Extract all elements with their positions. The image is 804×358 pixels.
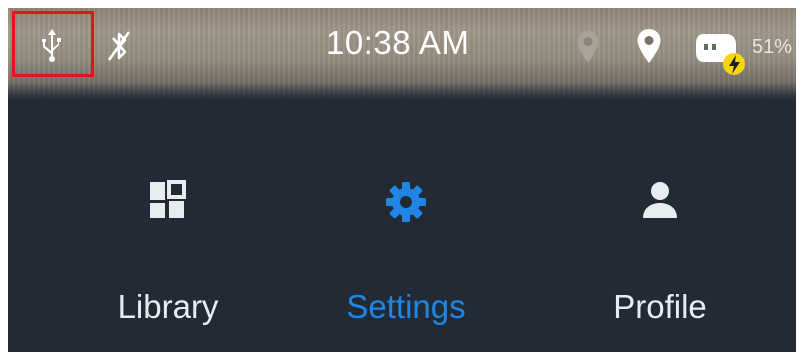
grid-icon: [68, 180, 268, 220]
tab-profile-label: Profile: [613, 288, 707, 325]
bottom-navigation: Library Settings Profile: [8, 100, 796, 352]
battery-percentage: 51%: [752, 36, 793, 58]
usb-icon[interactable]: [36, 26, 68, 64]
bluetooth-off-icon[interactable]: [102, 28, 136, 64]
location-icon[interactable]: [634, 26, 664, 66]
tab-settings-label: Settings: [346, 288, 466, 325]
tab-settings[interactable]: Settings: [306, 100, 506, 352]
status-time: 10:38 AM: [326, 24, 470, 61]
app-window: 10:38 AM 51% Library Settings Profile: [8, 8, 796, 352]
person-icon: [560, 180, 760, 220]
gear-icon: [306, 180, 506, 224]
location-off-icon[interactable]: [574, 28, 602, 66]
status-bar: 10:38 AM 51%: [8, 8, 796, 100]
tab-profile[interactable]: Profile: [560, 100, 760, 352]
tab-library[interactable]: Library: [68, 100, 268, 352]
battery-charging-icon[interactable]: [694, 28, 750, 78]
tab-library-label: Library: [117, 288, 219, 325]
